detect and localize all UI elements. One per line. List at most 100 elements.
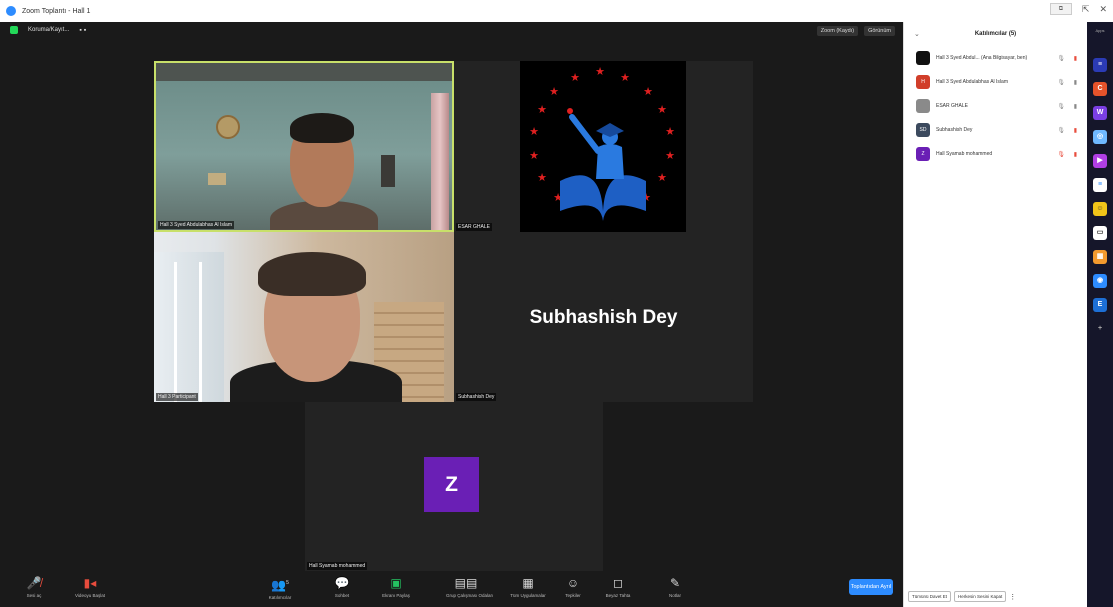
app-icon[interactable]: C xyxy=(1093,82,1107,96)
svg-text:★: ★ xyxy=(657,104,667,116)
participant-row[interactable]: Z Hall Syamab mohammed 🎙 ▮ xyxy=(904,142,1087,166)
more-options-icon[interactable]: ⋮ xyxy=(1009,593,1016,601)
app-icon[interactable]: ◎ xyxy=(1093,130,1107,144)
chat-button[interactable]: 💬 Sohbet xyxy=(322,575,362,598)
video-tile-3[interactable]: Hall 3 Participant xyxy=(154,232,454,402)
participant-row[interactable]: ESAR GHALE 🎙 ▮ xyxy=(904,94,1087,118)
app-icon[interactable]: ◉ xyxy=(1093,274,1107,288)
video-tile-5[interactable]: Z Hall Syamab mohammed xyxy=(305,402,603,571)
participant-video xyxy=(154,232,454,402)
window-title: Zoom Toplantı - Hall 1 xyxy=(22,7,91,15)
microphone-icon[interactable]: 🎙 xyxy=(1057,79,1065,86)
reactions-button[interactable]: ☺ Tepkiler xyxy=(553,575,593,598)
app-icon[interactable]: ▦ xyxy=(1093,250,1107,264)
participant-row[interactable]: H Hall 3 Syed Abdulabhas Al Islam 🎙 ▮ xyxy=(904,70,1087,94)
app-icon[interactable]: ≡ xyxy=(1093,58,1107,72)
svg-text:★: ★ xyxy=(643,86,653,98)
apps-icon: ▦ xyxy=(522,576,534,590)
avatar xyxy=(916,99,930,113)
participant-name: ESAR GHALE xyxy=(456,223,492,231)
participant-name: Hall Syamab mohammed xyxy=(307,562,368,570)
participant-row-name: Hall Syamab mohammed xyxy=(936,151,993,157)
add-app-icon[interactable]: + xyxy=(1093,322,1107,336)
app-icon[interactable]: E xyxy=(1093,298,1107,312)
video-icon[interactable]: ▮ xyxy=(1074,79,1077,86)
participants-panel: ⌄ Katılımcılar (5) Hall 3 Syed Abdul... … xyxy=(903,22,1087,607)
zoom-logo-icon xyxy=(6,6,16,16)
chevron-down-icon[interactable]: ⌄ xyxy=(914,30,920,38)
avatar: H xyxy=(916,75,930,89)
participant-name: Hall 3 Syed Abdulabhas Al Islam xyxy=(158,221,234,229)
meeting-info[interactable]: Koruma/Kayıt... xyxy=(24,26,73,34)
svg-text:★: ★ xyxy=(595,66,605,78)
share-screen-icon: ▣ xyxy=(390,576,402,590)
meeting-top-bar: Koruma/Kayıt... ▪ ▪ xyxy=(10,26,86,34)
participant-avatar: Z xyxy=(424,457,479,512)
apps-button[interactable]: ▦ Tüm Uygulamalar xyxy=(508,575,548,598)
app-icon[interactable]: ▭ xyxy=(1093,226,1107,240)
start-video-button[interactable]: ▮◂ Videoyu Başlat xyxy=(70,575,110,598)
unmute-button[interactable]: 🎤̸ Sesi aç xyxy=(14,575,54,598)
reactions-icon: ☺ xyxy=(566,576,580,590)
microphone-icon: 🎤̸ xyxy=(26,576,42,590)
app-icon[interactable]: W xyxy=(1093,106,1107,120)
video-icon[interactable]: ▮ xyxy=(1074,103,1077,110)
view-toggle-button[interactable]: Görünüm xyxy=(864,26,895,36)
app-icon[interactable]: ☺ xyxy=(1093,202,1107,216)
window-controls: ⧉ ⇱ ✕ xyxy=(1049,3,1107,15)
participant-display-name: Subhashish Dey xyxy=(529,307,678,328)
video-tile-1[interactable]: Hall 3 Syed Abdulabhas Al Islam xyxy=(154,61,454,232)
chat-icon: 💬 xyxy=(334,576,350,590)
whiteboard-button[interactable]: ◻ Beyaz Tahta xyxy=(598,575,638,598)
app-icon[interactable]: ▶ xyxy=(1093,154,1107,168)
video-off-icon[interactable]: ▮ xyxy=(1074,151,1077,158)
participant-row-name: Subhashish Dey xyxy=(936,127,973,133)
meeting-toolbar: 🎤̸ Sesi aç ▮◂ Videoyu Başlat 👥5 Katılımc… xyxy=(0,571,903,607)
share-screen-button[interactable]: ▣ Ekranı Paylaş xyxy=(376,575,416,598)
close-icon[interactable]: ✕ xyxy=(1099,4,1107,15)
svg-text:★: ★ xyxy=(537,172,547,184)
invite-button[interactable]: Tümünü Davet Et xyxy=(908,591,952,602)
microphone-icon[interactable]: 🎙 xyxy=(1057,103,1065,110)
svg-text:★: ★ xyxy=(665,150,675,162)
svg-text:★: ★ xyxy=(570,72,580,84)
meeting-menu-icon[interactable]: ▪ ▪ xyxy=(79,27,86,34)
leave-meeting-button[interactable]: Toplantıdan Ayrıl xyxy=(849,579,893,595)
recording-status[interactable]: Zoom (Kaydı) xyxy=(816,26,859,36)
participant-row[interactable]: SD Subhashish Dey 🎙 ▮ xyxy=(904,118,1087,142)
notes-button[interactable]: ✎ Notlar xyxy=(655,575,695,598)
video-tile-2[interactable]: ★ ★ ★ ★ ★ ★ ★ ★ ★ ★ ★ ★ ★ ★ ★ xyxy=(454,61,753,232)
svg-text:★: ★ xyxy=(620,72,630,84)
restore-view-button[interactable]: ⧉ xyxy=(1049,3,1072,15)
breakout-rooms-button[interactable]: ▤▤ Grup Çalışması Odaları xyxy=(446,575,493,598)
panel-title: Katılımcılar (5) xyxy=(974,31,1017,37)
panel-header: ⌄ Katılımcılar (5) xyxy=(904,22,1087,46)
participant-row-name: Hall 3 Syed Abdul... (Ana Bilgisayar, be… xyxy=(936,55,1028,61)
apps-sidebar: Apps ≡ C W ◎ ▶ ≡ ☺ ▭ ▦ ◉ E + xyxy=(1087,22,1113,607)
svg-text:★: ★ xyxy=(529,150,539,162)
participant-row[interactable]: Hall 3 Syed Abdul... (Ana Bilgisayar, be… xyxy=(904,46,1087,70)
video-off-icon[interactable]: ▮ xyxy=(1074,127,1077,134)
svg-text:★: ★ xyxy=(537,104,547,116)
security-icon[interactable] xyxy=(10,26,18,34)
participant-name: Hall 3 Participant xyxy=(156,393,198,401)
notes-icon: ✎ xyxy=(669,576,681,590)
microphone-icon[interactable]: 🎙 xyxy=(1057,55,1065,62)
video-off-icon[interactable]: ▮ xyxy=(1074,55,1077,62)
microphone-icon[interactable]: 🎙 xyxy=(1057,127,1065,134)
pin-icon[interactable]: ⇱ xyxy=(1082,4,1090,15)
breakout-rooms-icon: ▤▤ xyxy=(454,576,478,590)
video-icon: ▮◂ xyxy=(83,576,97,590)
app-icon[interactable]: ≡ xyxy=(1093,178,1107,192)
participants-button[interactable]: 👥5 Katılımcılar xyxy=(260,575,300,600)
video-tile-4[interactable]: Subhashish Dey Subhashish Dey xyxy=(454,232,753,402)
svg-text:★: ★ xyxy=(657,172,667,184)
meeting-top-right: Zoom (Kaydı) Görünüm xyxy=(816,26,895,36)
svg-text:★: ★ xyxy=(665,126,675,138)
whiteboard-icon: ◻ xyxy=(613,576,623,590)
participant-video xyxy=(156,63,452,230)
mute-all-button[interactable]: Herkesin Sesini Kapat xyxy=(954,591,1007,602)
graduation-logo-image: ★ ★ ★ ★ ★ ★ ★ ★ ★ ★ ★ ★ ★ ★ ★ xyxy=(520,61,686,232)
svg-text:★: ★ xyxy=(529,126,539,138)
microphone-muted-icon[interactable]: 🎙 xyxy=(1057,151,1065,158)
